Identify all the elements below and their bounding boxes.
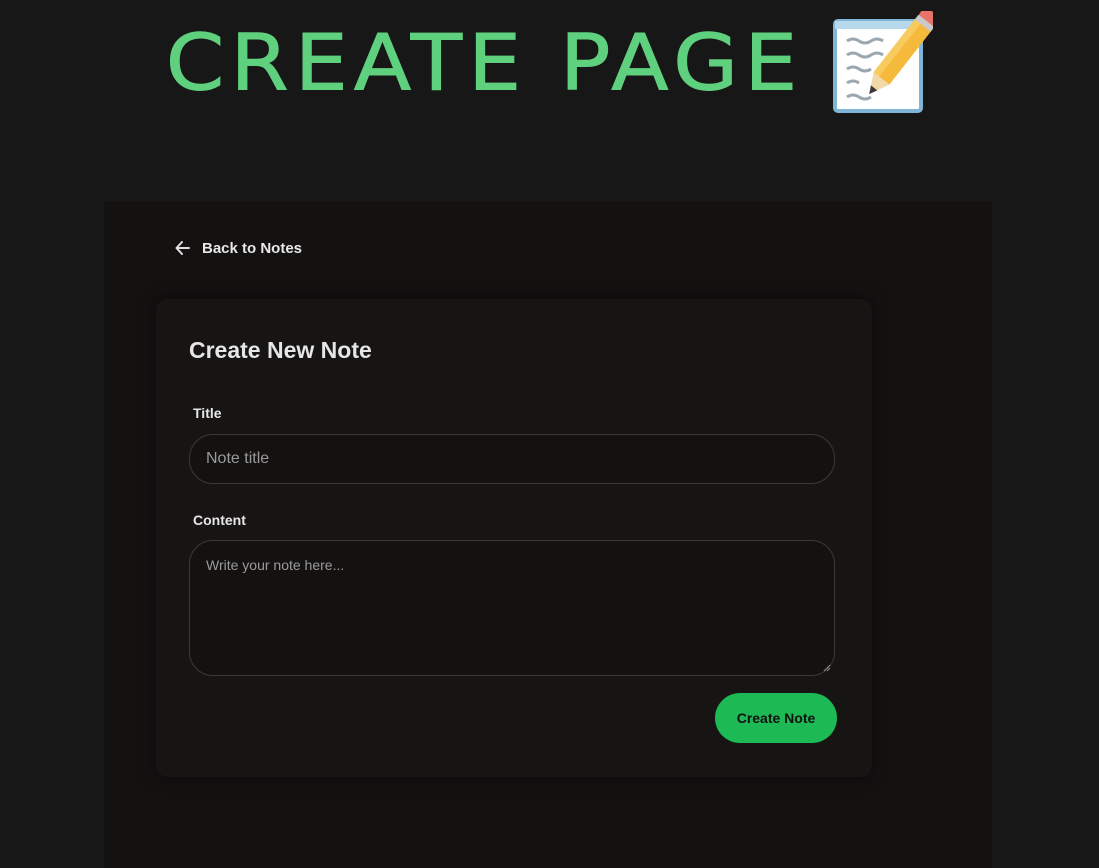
page-banner: CREATE PAGE [0,7,1099,118]
title-placeholder: Note title [206,450,270,467]
content-label: Content [193,512,246,528]
back-to-notes-link[interactable]: Back to Notes [174,239,302,257]
form-heading: Create New Note [189,337,372,363]
arrow-left-icon [175,241,190,255]
title-input[interactable]: Note title [189,434,835,484]
content-textarea[interactable]: Write your note here... [189,540,835,676]
memo-icon [829,7,940,115]
content-placeholder: Write your note here... [206,557,345,573]
create-note-card: Create New Note Title Note title Content… [156,299,872,777]
resize-handle-icon[interactable] [823,664,831,672]
app-window: Back to Notes Create New Note Title Note… [104,201,992,868]
title-label: Title [193,405,222,421]
back-link-label: Back to Notes [202,239,303,257]
create-note-button[interactable]: Create Note [715,693,837,743]
banner-title: CREATE PAGE [165,17,804,109]
